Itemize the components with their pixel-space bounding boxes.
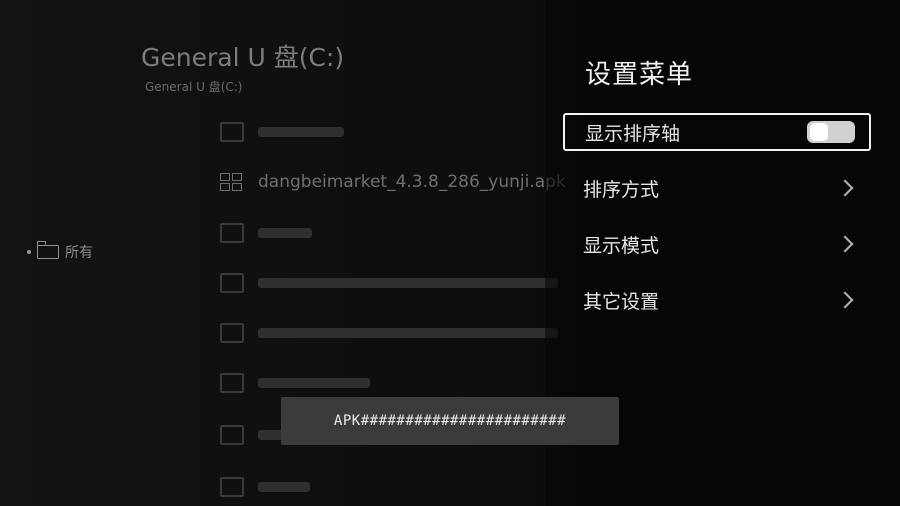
- file-icon: [220, 122, 244, 142]
- menu-item-label: 显示排序轴: [585, 122, 681, 145]
- category-all[interactable]: 所有: [27, 241, 93, 262]
- file-icon: [220, 477, 244, 497]
- file-icon: [220, 223, 244, 243]
- category-label: 所有: [65, 245, 93, 261]
- file-icon: [220, 425, 244, 445]
- toast-message: APK#######################: [281, 397, 619, 445]
- file-name-obscured: [258, 127, 344, 137]
- file-row[interactable]: [220, 318, 558, 348]
- chevron-right-icon: [836, 291, 854, 309]
- chevron-right-icon: [836, 235, 854, 253]
- file-row[interactable]: [220, 368, 370, 398]
- drive-title: General U 盘(C:): [141, 43, 345, 72]
- file-icon: [220, 323, 244, 343]
- menu-title: 设置菜单: [585, 60, 694, 90]
- menu-item-label: 排序方式: [583, 178, 660, 201]
- file-row-apk[interactable]: dangbeimarket_4.3.8_286_yunji.apk: [220, 167, 566, 197]
- folder-icon: [36, 241, 59, 259]
- file-row[interactable]: [220, 472, 310, 502]
- file-icon: [220, 373, 244, 393]
- menu-item-other-settings[interactable]: 其它设置: [563, 281, 871, 319]
- file-row[interactable]: [220, 268, 558, 298]
- file-name-obscured: [258, 482, 310, 492]
- file-row[interactable]: [220, 117, 344, 147]
- menu-item-show-sort-axis[interactable]: 显示排序轴: [563, 113, 871, 151]
- menu-item-display-mode[interactable]: 显示模式: [563, 225, 871, 263]
- file-icon: [220, 273, 244, 293]
- file-name-obscured: [258, 328, 558, 338]
- screen: General U 盘(C:) General U 盘(C:) 所有 dangb…: [0, 0, 900, 506]
- focus-dot: [27, 250, 31, 254]
- file-row[interactable]: [220, 218, 312, 248]
- menu-item-sort-method[interactable]: 排序方式: [563, 169, 871, 207]
- file-row[interactable]: [220, 420, 288, 450]
- file-name-obscured: [258, 278, 558, 288]
- toggle-knob: [810, 123, 828, 141]
- file-name-obscured: [258, 378, 370, 388]
- menu-item-label: 其它设置: [583, 290, 660, 313]
- sort-axis-toggle[interactable]: [807, 121, 855, 143]
- drive-subtitle: General U 盘(C:): [145, 80, 243, 94]
- file-name: dangbeimarket_4.3.8_286_yunji.apk: [258, 172, 566, 192]
- chevron-right-icon: [836, 179, 854, 197]
- menu-item-label: 显示模式: [583, 234, 660, 257]
- file-name-obscured: [258, 228, 312, 238]
- grid-icon: [220, 173, 244, 191]
